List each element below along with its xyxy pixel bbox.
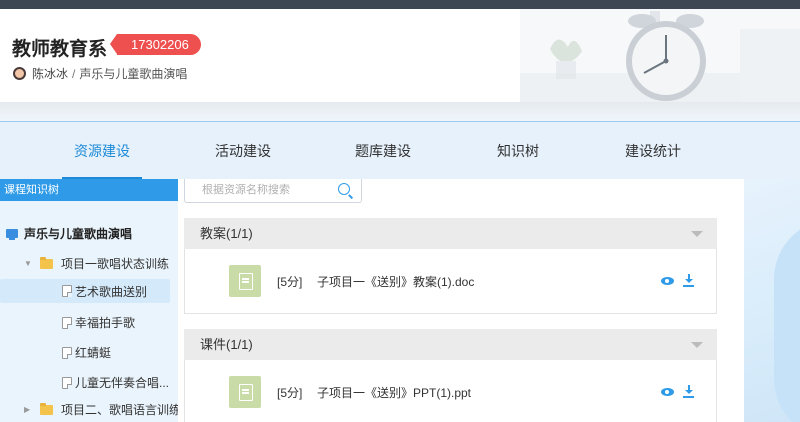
tab-knowledge-tree[interactable]: 知识树 bbox=[482, 122, 554, 180]
knowledge-tree-sidebar: 课程知识树 声乐与儿童歌曲演唱 ▼ 项目一歌唱状态训练 艺术歌曲送别 幸福拍手歌… bbox=[0, 179, 181, 422]
tree-item-project-2[interactable]: ▶ 项目二、歌唱语言训练 bbox=[24, 401, 181, 418]
eye-icon[interactable] bbox=[661, 277, 674, 285]
tab-statistics[interactable]: 建设统计 bbox=[613, 122, 693, 180]
download-icon[interactable] bbox=[683, 384, 694, 398]
tree-item-label: 项目一歌唱状态训练 bbox=[61, 257, 170, 271]
tree-root-label: 声乐与儿童歌曲演唱 bbox=[24, 227, 133, 241]
tab-resource-building[interactable]: 资源建设 bbox=[62, 122, 142, 180]
breadcrumb: 陈冰冰 / 声乐与儿童歌曲演唱 bbox=[13, 65, 187, 82]
resource-filename[interactable]: 子项目一《送别》教案(1).doc bbox=[317, 273, 474, 290]
resource-row: [5分] 子项目一《送别》PPT(1).ppt bbox=[184, 360, 717, 422]
resource-filename[interactable]: 子项目一《送别》PPT(1).ppt bbox=[317, 384, 471, 401]
search-input[interactable] bbox=[202, 179, 342, 201]
resource-search bbox=[184, 179, 362, 203]
chevron-right-icon[interactable]: ▶ bbox=[24, 405, 32, 414]
caret-down-icon[interactable] bbox=[691, 342, 703, 348]
tree-item-acappella-chorus[interactable]: 儿童无伴奏合唱... bbox=[62, 374, 169, 391]
tab-question-bank[interactable]: 题库建设 bbox=[343, 122, 423, 180]
breadcrumb-separator: / bbox=[72, 66, 76, 81]
tree-item-label: 艺术歌曲送别 bbox=[75, 284, 148, 299]
resource-score: [5分] bbox=[277, 275, 303, 289]
caret-down-icon[interactable] bbox=[691, 231, 703, 237]
tree-item-song-farewell[interactable]: 艺术歌曲送别 bbox=[0, 279, 170, 303]
tree-item-label: 红蜻蜓 bbox=[75, 346, 112, 360]
tree-item-project-1[interactable]: ▼ 项目一歌唱状态训练 bbox=[24, 255, 169, 272]
section-lesson-plan: 教案(1/1) [5分] 子项目一《送别》教案(1).doc bbox=[184, 218, 717, 314]
tree-item-label: 儿童无伴奏合唱... bbox=[75, 376, 170, 390]
tree-item-label: 幸福拍手歌 bbox=[75, 316, 136, 330]
course-code-badge: 17302206 bbox=[110, 34, 201, 55]
tree-item-clap-song[interactable]: 幸福拍手歌 bbox=[62, 314, 135, 331]
main-tabs: 资源建设 活动建设 题库建设 知识树 建设统计 bbox=[0, 121, 800, 180]
chevron-down-icon[interactable]: ▼ bbox=[24, 259, 32, 268]
sidebar-title: 课程知识树 bbox=[0, 179, 178, 201]
top-bar bbox=[0, 0, 800, 9]
search-icon[interactable] bbox=[338, 183, 350, 195]
eye-icon[interactable] bbox=[661, 388, 674, 396]
document-thumbnail-icon bbox=[229, 376, 261, 408]
folder-icon bbox=[40, 256, 53, 269]
file-icon bbox=[62, 316, 72, 329]
resource-row: [5分] 子项目一《送别》教案(1).doc bbox=[184, 249, 717, 314]
monitor-icon bbox=[6, 229, 18, 240]
tab-activity-building[interactable]: 活动建设 bbox=[203, 122, 283, 180]
section-header[interactable]: 课件(1/1) bbox=[184, 329, 717, 360]
download-icon[interactable] bbox=[683, 273, 694, 287]
tree-item-red-dragonfly[interactable]: 红蜻蜓 bbox=[62, 344, 111, 361]
user-avatar-icon bbox=[13, 67, 26, 80]
file-icon bbox=[62, 376, 72, 389]
department-title: 教师教育系 bbox=[12, 39, 108, 60]
alarm-clock-illustration bbox=[520, 9, 800, 102]
file-icon bbox=[62, 346, 72, 359]
resource-content: 教案(1/1) [5分] 子项目一《送别》教案(1).doc 课件(1/1) [… bbox=[178, 179, 744, 422]
section-header[interactable]: 教案(1/1) bbox=[184, 218, 717, 249]
header-shadow bbox=[0, 102, 800, 120]
section-title: 课件(1/1) bbox=[200, 337, 253, 352]
course-name[interactable]: 声乐与儿童歌曲演唱 bbox=[79, 65, 187, 82]
folder-icon bbox=[40, 402, 53, 415]
document-thumbnail-icon bbox=[229, 265, 261, 297]
resource-score: [5分] bbox=[277, 386, 303, 400]
section-title: 教案(1/1) bbox=[200, 226, 253, 241]
course-header: 教师教育系 17302206 陈冰冰 / 声乐与儿童歌曲演唱 bbox=[0, 9, 800, 102]
tree-item-label: 项目二、歌唱语言训练 bbox=[61, 403, 182, 417]
background-decoration bbox=[744, 179, 800, 422]
tree-root-course[interactable]: 声乐与儿童歌曲演唱 bbox=[6, 225, 132, 242]
section-courseware: 课件(1/1) [5分] 子项目一《送别》PPT(1).ppt bbox=[184, 329, 717, 422]
teacher-name[interactable]: 陈冰冰 bbox=[32, 65, 68, 82]
file-icon bbox=[62, 285, 72, 297]
